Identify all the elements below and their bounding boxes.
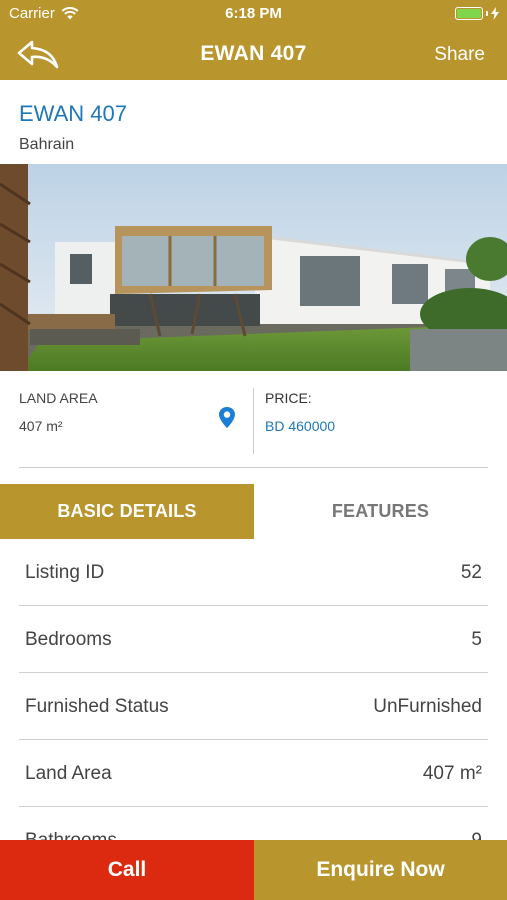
- status-bar: Carrier 6:18 PM: [0, 0, 507, 28]
- summary-bottom-divider: [19, 467, 488, 468]
- map-pin-icon: [219, 407, 235, 428]
- detail-value: 52: [460, 562, 482, 583]
- detail-value: 5: [471, 629, 482, 650]
- enquire-now-button[interactable]: Enquire Now: [254, 840, 507, 900]
- detail-value: 9: [471, 830, 482, 840]
- detail-label: Land Area: [25, 763, 112, 784]
- detail-row: Furnished Status UnFurnished: [0, 673, 488, 740]
- battery-fill: [457, 9, 481, 18]
- land-area-label: LAND AREA: [19, 390, 98, 406]
- charging-bolt-icon: [491, 7, 499, 20]
- battery-icon: [455, 7, 483, 20]
- tab-basic-details[interactable]: BASIC DETAILS: [0, 484, 254, 539]
- property-summary: LAND AREA 407 m² PRICE: BD 460000: [0, 371, 507, 469]
- detail-row: Bathrooms 9: [0, 807, 488, 840]
- detail-tabs: BASIC DETAILS FEATURES: [0, 484, 507, 539]
- share-button[interactable]: Share: [434, 44, 485, 66]
- clock: 6:18 PM: [225, 5, 282, 22]
- price-value: BD 460000: [265, 418, 336, 434]
- detail-value: 407 m²: [422, 763, 482, 784]
- detail-value: UnFurnished: [373, 696, 482, 717]
- call-button[interactable]: Call: [0, 840, 254, 900]
- nav-title: EWAN 407: [200, 42, 307, 65]
- land-area-value: 407 m²: [19, 418, 63, 434]
- property-photo: [0, 164, 507, 371]
- navigation-bar: EWAN 407 Share: [0, 28, 507, 80]
- detail-row: Listing ID 52: [0, 539, 488, 606]
- map-pin-button[interactable]: [217, 406, 237, 430]
- detail-label: Furnished Status: [25, 696, 169, 717]
- detail-label: Listing ID: [25, 562, 105, 583]
- detail-row: Bedrooms 5: [0, 606, 488, 673]
- property-location: Bahrain: [19, 136, 75, 153]
- battery-indicator: [455, 7, 499, 20]
- basic-details-list: Listing ID 52 Bedrooms 5 Furnished Statu…: [0, 539, 507, 840]
- tab-features[interactable]: FEATURES: [254, 484, 507, 539]
- action-bar: Call Enquire Now: [0, 840, 507, 900]
- property-title: EWAN 407: [19, 101, 128, 126]
- battery-tip: [486, 11, 488, 16]
- summary-divider: [253, 388, 254, 454]
- detail-label: Bedrooms: [25, 629, 112, 650]
- price-label: PRICE:: [265, 390, 312, 406]
- detail-row: Land Area 407 m²: [0, 740, 488, 807]
- detail-label: Bathrooms: [25, 830, 117, 840]
